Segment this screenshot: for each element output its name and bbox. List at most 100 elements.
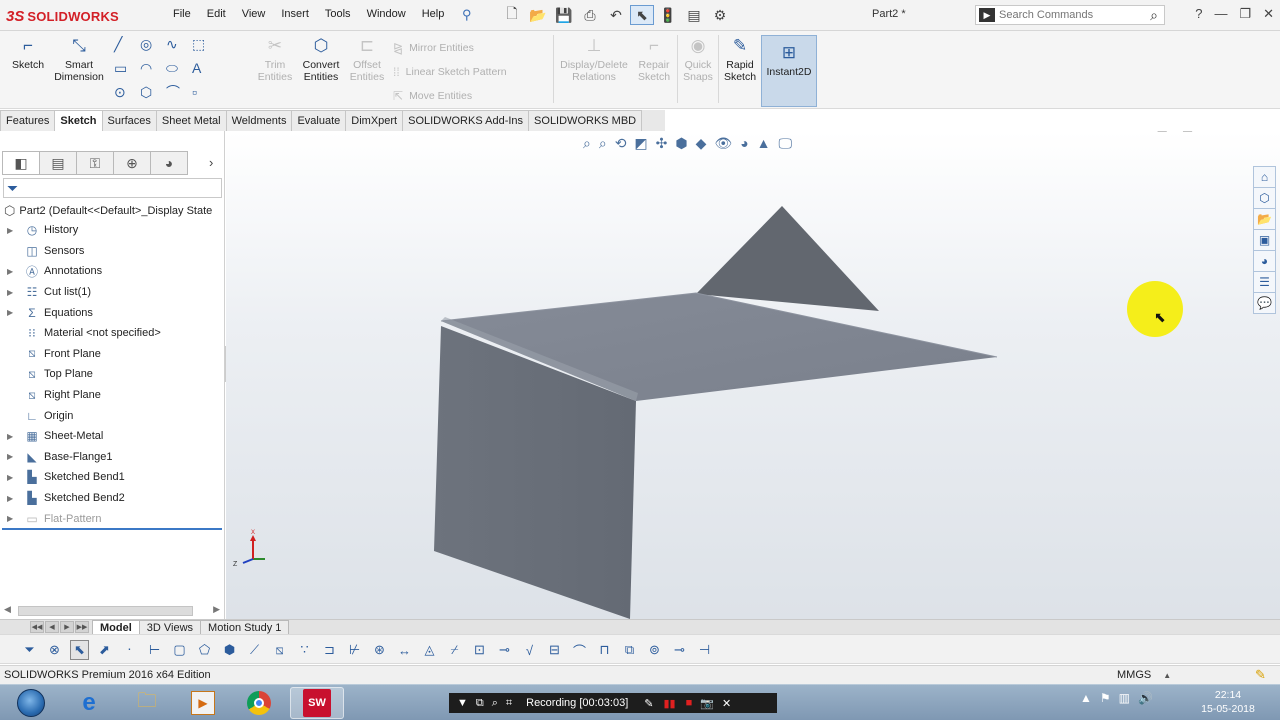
undo-icon[interactable]: ↶ — [604, 5, 628, 25]
search-scope-icon[interactable]: ▶ — [979, 8, 995, 22]
solidworks-logo[interactable]: 3S SOLIDWORKS — [6, 4, 146, 28]
menu-edit[interactable]: Edit — [199, 8, 234, 20]
save-icon[interactable]: 💾 — [552, 5, 576, 25]
tab-evaluate[interactable]: Evaluate — [291, 110, 347, 131]
mirror-entities-button[interactable]: ⧎ Mirror Entities — [393, 41, 474, 55]
convert-entities-button[interactable]: ⬡ Convert Entities — [300, 35, 342, 83]
smart-dimension-button[interactable]: ⤡ Smart Dimension — [50, 35, 108, 83]
tree-item-front-plane[interactable]: ⧅ Front Plane — [0, 344, 222, 365]
close-button[interactable]: ✕ — [1263, 6, 1274, 22]
scroll-left-icon[interactable]: ◀ — [4, 604, 11, 615]
tree-item-top-plane[interactable]: ⧅ Top Plane — [0, 364, 222, 385]
restore-button[interactable]: ❐ — [1239, 6, 1251, 22]
tab-features[interactable]: Features — [0, 110, 56, 131]
filter-icon[interactable]: ⏷ — [20, 640, 39, 660]
media-player-button[interactable]: ▶ — [176, 687, 230, 719]
menu-tools[interactable]: Tools — [317, 8, 359, 20]
slot-icon[interactable]: ⊙ — [114, 83, 140, 101]
pin-menu-icon[interactable]: ⚲ — [462, 7, 472, 23]
recorder-pause-icon[interactable]: ▮▮ — [663, 697, 675, 710]
move-entities-button[interactable]: ⇱ Move Entities — [393, 89, 472, 103]
text-icon[interactable]: A — [192, 59, 218, 77]
trim-entities-button[interactable]: ✂ Trim Entities — [254, 35, 296, 83]
filter-dimensions-icon[interactable]: ↔ — [395, 640, 414, 660]
tree-item-equations[interactable]: ▶ Σ Equations — [0, 302, 222, 323]
feature-filter-box[interactable]: ⏷ — [3, 178, 222, 198]
expand-arrow-icon[interactable]: ▶ — [7, 452, 17, 461]
filter-surfaces-icon[interactable]: ⬠ — [195, 640, 214, 660]
select-arrow-icon[interactable]: ⬉ — [70, 640, 89, 660]
recorder-stop-icon[interactable]: ■ — [686, 697, 693, 709]
triangular-flange-face[interactable] — [696, 206, 879, 311]
file-properties-icon[interactable]: ▤ — [682, 5, 706, 25]
solidworks-taskbar-button[interactable]: SW — [290, 687, 344, 719]
tree-item-sheet-metal[interactable]: ▶ ▦ Sheet-Metal — [0, 426, 222, 447]
scroll-right-icon[interactable]: ▶ — [213, 604, 220, 615]
tray-expand-icon[interactable]: ▲ — [1080, 691, 1092, 705]
filter-notes-icon[interactable]: ◬ — [420, 640, 439, 660]
pane-horizontal-scrollbar[interactable]: ◀ ▶ — [2, 604, 222, 618]
arc-icon[interactable]: ◠ — [140, 59, 166, 77]
rollback-bar[interactable] — [2, 528, 222, 530]
filter-mates-icon[interactable]: ⊚ — [645, 640, 664, 660]
recorder-zoom-icon[interactable]: ⌕ — [492, 697, 498, 710]
filter-off-icon[interactable]: ⬈ — [95, 640, 114, 660]
quick-snaps-button[interactable]: ◉ Quick Snaps — [681, 35, 715, 83]
filter-solids-icon[interactable]: ⬢ — [220, 640, 239, 660]
tab-3d-views[interactable]: 3D Views — [138, 620, 202, 635]
last-tab-icon[interactable]: ▶▶ — [75, 621, 89, 633]
open-icon[interactable]: 📂 — [526, 5, 550, 25]
property-manager-tab-icon[interactable]: ▤ — [39, 151, 77, 175]
search-icon[interactable]: ⌕ — [1150, 7, 1158, 24]
tab-sketch[interactable]: Sketch — [54, 110, 103, 131]
ellipse-icon[interactable]: ⬭ — [166, 59, 192, 77]
filter-datums-icon[interactable]: ⊡ — [470, 640, 489, 660]
line-icon[interactable]: ╱ — [114, 35, 140, 53]
filter-axes-icon[interactable]: ⟋ — [245, 640, 264, 660]
prev-tab-icon[interactable]: ◀ — [45, 621, 59, 633]
tree-item-sensors[interactable]: ◫ Sensors — [0, 241, 222, 262]
menu-insert[interactable]: Insert — [273, 8, 317, 20]
toggle-filter-icon[interactable]: ⊗ — [45, 640, 64, 660]
filter-dimxpert-icon[interactable]: ⊸ — [670, 640, 689, 660]
design-library-icon[interactable]: ⬡ — [1253, 187, 1276, 209]
filter-faces-icon[interactable]: ▢ — [170, 640, 189, 660]
graphics-area[interactable]: ◧ ◨ — ❐ ✕ ⌕ ⌕ ⟲ ◩ ✣ ⬢ ◆ 👁 ◕ ▲ 🖵 — [226, 131, 1280, 619]
system-clock[interactable]: 22:14 15-05-2018 — [1200, 688, 1256, 716]
recorder-pen-icon[interactable]: ✎ — [644, 697, 653, 710]
chrome-button[interactable] — [232, 687, 286, 719]
custom-properties-icon[interactable]: ☰ — [1253, 271, 1276, 293]
spline-icon[interactable]: ∿ — [166, 35, 192, 53]
tab-sheet-metal[interactable]: Sheet Metal — [155, 110, 227, 131]
tab-addins[interactable]: SOLIDWORKS Add-Ins — [402, 110, 530, 131]
filter-misc-icon[interactable]: ⊣ — [695, 640, 714, 660]
filter-planes-icon[interactable]: ⧅ — [270, 640, 289, 660]
unit-system-selector[interactable]: MMGS ▲ — [1117, 669, 1171, 681]
tray-volume-icon[interactable]: 🔊 — [1138, 691, 1153, 705]
tab-mbd[interactable]: SOLIDWORKS MBD — [528, 110, 643, 131]
file-explorer-button[interactable]: 🗀 — [120, 687, 174, 719]
expand-arrow-icon[interactable]: ▶ — [7, 226, 17, 235]
menu-file[interactable]: File — [165, 8, 199, 20]
tray-flag-icon[interactable]: ⚑ — [1100, 691, 1111, 705]
search-commands-box[interactable]: ▶ ⌕ — [975, 5, 1165, 25]
tree-item-annotations[interactable]: ▶ Ⓐ Annotations — [0, 261, 222, 282]
expand-arrow-icon[interactable]: ▶ — [7, 432, 17, 441]
configuration-manager-tab-icon[interactable]: ⚿ — [76, 151, 114, 175]
tree-item-sketched-bend-1[interactable]: ▶ ▙ Sketched Bend1 — [0, 467, 222, 488]
tree-root-part[interactable]: ⬡ Part2 (Default<<Default>_Display State — [4, 203, 212, 219]
tree-item-right-plane[interactable]: ⧅ Right Plane — [0, 385, 222, 406]
help-icon[interactable]: ? — [1195, 6, 1202, 22]
filter-routing-icon[interactable]: ⊓ — [595, 640, 614, 660]
circle-icon[interactable]: ◎ — [140, 35, 166, 53]
sketch-button[interactable]: ⌐ Sketch — [8, 35, 48, 71]
recorder-menu-icon[interactable]: ▼ — [457, 697, 468, 709]
rectangle-icon[interactable]: ▭ — [114, 59, 140, 77]
tree-item-sketched-bend-2[interactable]: ▶ ▙ Sketched Bend2 — [0, 488, 222, 509]
polygon-icon[interactable]: ⬡ — [140, 83, 166, 101]
next-tab-icon[interactable]: ▶ — [60, 621, 74, 633]
construction-icon[interactable]: ⬚ — [192, 35, 218, 53]
linear-sketch-pattern-button[interactable]: ⁞⁞ Linear Sketch Pattern — [393, 65, 507, 79]
filter-centers-icon[interactable]: ⊛ — [370, 640, 389, 660]
search-input[interactable] — [999, 9, 1119, 21]
